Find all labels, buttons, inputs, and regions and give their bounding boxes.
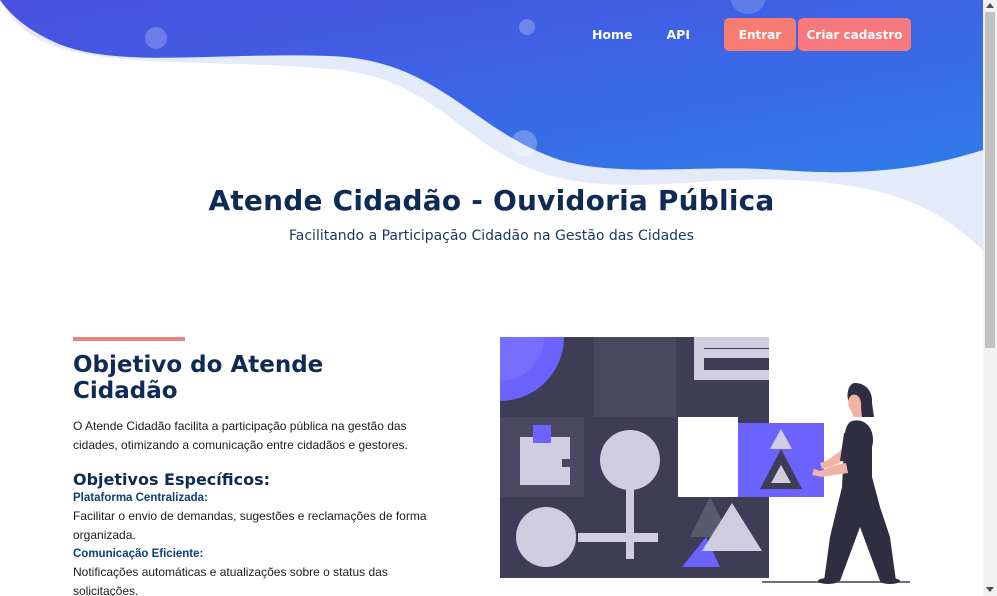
illustration-image (500, 337, 910, 584)
hero-title: Atende Cidadão - Ouvidoria Pública (208, 184, 775, 217)
specific-objective-title: Plataforma Centralizada: (73, 492, 208, 504)
section-accent-bar (73, 337, 185, 341)
hero-subtitle: Facilitando a Participação Cidadão na Ge… (289, 228, 694, 244)
scroll-up-arrow-icon[interactable] (986, 3, 994, 8)
objective-section: Objetivo do Atende Cidadão O Atende Cida… (73, 352, 433, 596)
signup-button[interactable]: Criar cadastro (798, 18, 911, 51)
specific-objective-item: Comunicação Eficiente: Notificações auto… (73, 546, 433, 596)
specific-objective-title: Comunicação Eficiente: (73, 548, 204, 560)
hero-section: Atende Cidadão - Ouvidoria Pública Facil… (0, 184, 983, 244)
objective-text: O Atende Cidadão facilita a participação… (73, 419, 408, 452)
nav-home-link[interactable]: Home (592, 27, 633, 42)
scroll-down-arrow-icon[interactable] (986, 587, 994, 592)
scrollbar-thumb[interactable] (985, 12, 995, 348)
objective-title: Objetivo do Atende Cidadão (73, 352, 324, 404)
specific-objective-text: Notificações automáticas e atualizações … (73, 565, 388, 596)
login-button[interactable]: Entrar (724, 18, 796, 51)
top-navigation: Home API Entrar Criar cadastro (592, 18, 911, 51)
nav-api-link[interactable]: API (667, 27, 691, 42)
page: Home API Entrar Criar cadastro Atende Ci… (0, 0, 983, 596)
specific-objective-text: Facilitar o envio de demandas, sugestões… (73, 509, 427, 542)
vertical-scrollbar[interactable] (983, 0, 997, 596)
specific-objective-item: Plataforma Centralizada: Facilitar o env… (73, 490, 433, 545)
specific-objectives-title: Objetivos Específicos: (73, 470, 271, 489)
